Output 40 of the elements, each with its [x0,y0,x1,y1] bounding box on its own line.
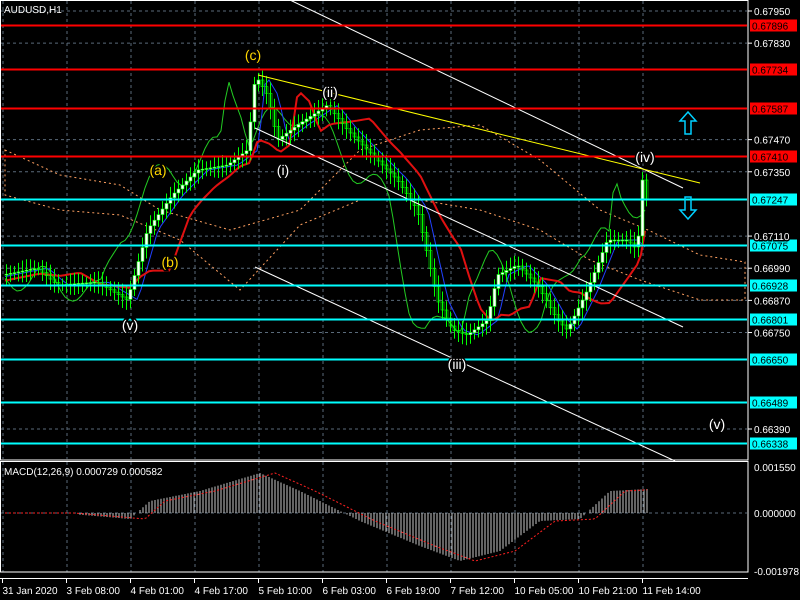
price-level-label: 0.67734 [750,64,797,76]
wave-label: (v) [708,416,726,432]
price-axis-label: 0.67830 [754,39,790,50]
wave-label: (i) [276,162,290,178]
time-axis-label: 31 Jan 2020 [2,586,58,597]
price-axis-label: 0.67950 [754,7,790,18]
time-axis-label: 6 Feb 19:00 [386,586,440,597]
time-axis-label: 4 Feb 17:00 [194,586,248,597]
price-level-label: 0.66928 [750,280,797,292]
time-axis-label: 6 Feb 03:00 [322,586,376,597]
time-axis-label: 10 Feb 05:00 [514,586,574,597]
time-axis-label: 4 Feb 01:00 [130,586,184,597]
price-level-label: 0.67896 [750,20,797,32]
price-axis-label: 0.66870 [754,296,790,308]
price-level-label: 0.66489 [750,396,797,410]
time-axis-label: 5 Feb 10:00 [258,586,312,597]
time-axis-label: 11 Feb 14:00 [642,586,701,597]
price-axis-label: 0.67350 [754,168,790,179]
price-level-label: 0.66338 [750,438,797,450]
wave-label: (v) [122,317,138,333]
wave-label: (iii) [448,356,466,372]
price-level-label: 0.67075 [750,240,797,252]
chart-title: AUDUSD,H1 [4,5,62,16]
wave-label: (c) [244,47,262,63]
time-axis-label: 3 Feb 08:00 [66,586,120,597]
price-axis-label: 0.66750 [754,328,790,340]
time-axis-label: 7 Feb 12:00 [450,586,504,597]
price-axis-label: 0.67470 [754,136,790,147]
price-level-label: 0.67410 [750,150,797,164]
time-axis-label: 10 Feb 21:00 [578,586,638,597]
price-level-label: 0.66801 [750,314,797,326]
price-axis-label: 0.66390 [754,425,790,436]
price-level-label: 0.66650 [750,354,797,366]
macd-label: MACD(12,26,9) 0.000729 0.000582 [4,467,162,478]
macd-axis-label: 0.001550 [754,463,796,474]
price-axis-label: 0.66990 [754,264,790,276]
macd-axis-label: -0.001978 [754,567,800,578]
macd-axis-label: 0.000000 [754,509,796,520]
price-level-label: 0.67587 [750,102,797,116]
price-level-label: 0.67247 [750,194,797,206]
